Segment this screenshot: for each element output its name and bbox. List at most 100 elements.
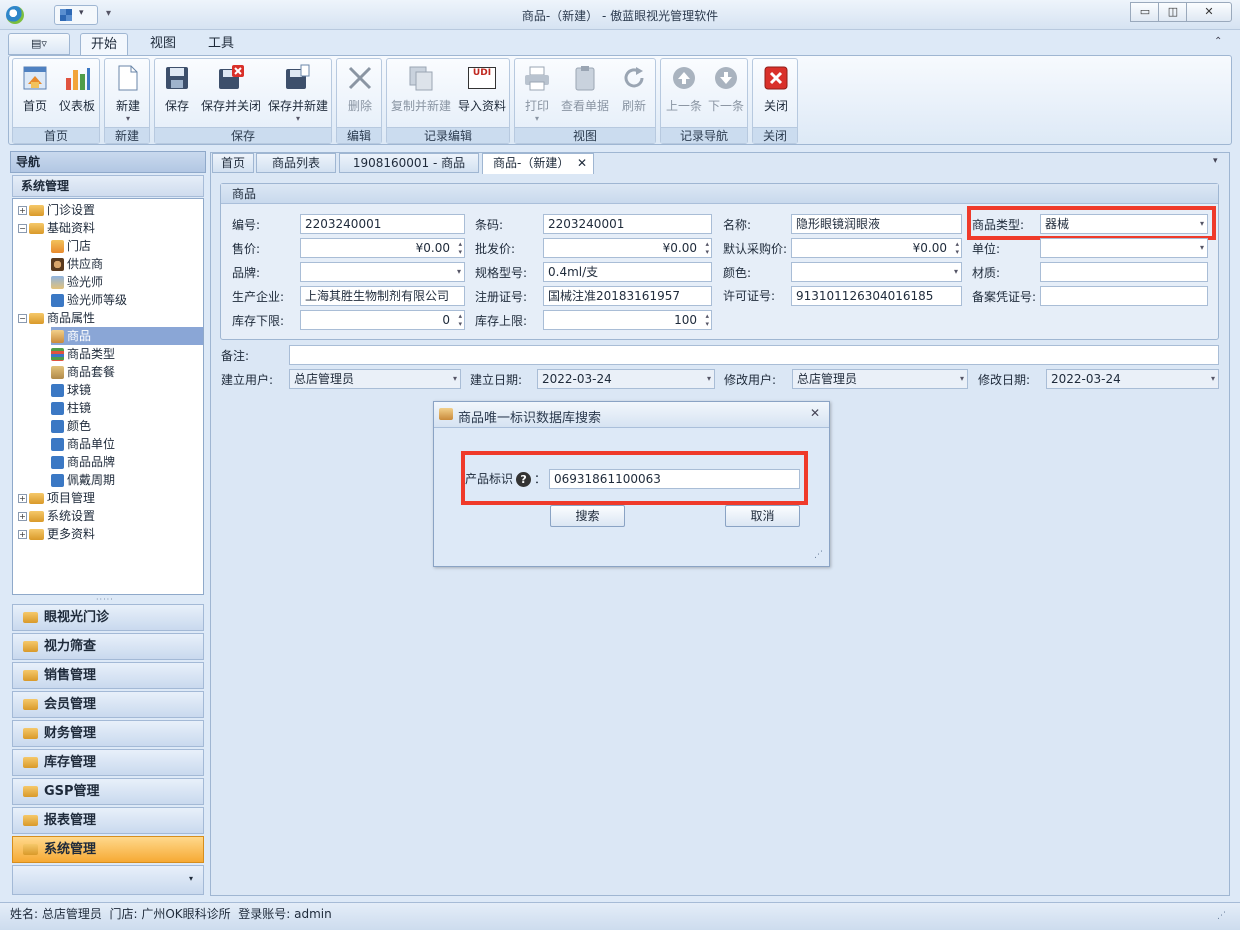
module-finance[interactable]: 财务管理 <box>12 720 204 747</box>
tab-tools[interactable]: 工具 <box>198 33 244 55</box>
spin-icon[interactable]: ▴ ▾ <box>458 312 462 328</box>
nav-tree[interactable]: + 门诊设置 − 基础资料 门店 供应商 验光师 验光师等级 − 商品属性 商品 商品… <box>12 198 204 595</box>
module-optometry-clinic[interactable]: 眼视光门诊 <box>12 604 204 631</box>
note-field[interactable] <box>289 345 1219 365</box>
tree-item-system-settings[interactable]: + 系统设置 <box>18 507 95 525</box>
module-vision-screening[interactable]: 视力筛查 <box>12 633 204 660</box>
unit-select[interactable]: ▾ <box>1040 238 1208 258</box>
name-field[interactable]: 隐形眼镜润眼液 <box>791 214 962 234</box>
collapse-ribbon-icon[interactable]: ⌃ <box>1214 36 1222 47</box>
stock-min-field[interactable]: 0 ▴ ▾ <box>300 310 465 330</box>
expand-icon[interactable]: + <box>18 512 27 521</box>
barcode-field[interactable]: 2203240001 <box>543 214 712 234</box>
previous-record-button[interactable]: 上一条 <box>663 63 705 114</box>
delete-button[interactable]: 删除 <box>341 63 379 114</box>
material-field[interactable] <box>1040 262 1208 282</box>
tree-item-product-brand[interactable]: 商品品牌 <box>51 453 115 471</box>
module-system-management[interactable]: 系统管理 <box>12 836 204 863</box>
tab-list-dropdown-icon[interactable]: ▾ <box>1213 156 1218 166</box>
resize-grip-icon[interactable]: ⋰ <box>1217 905 1226 927</box>
dashboard-button[interactable]: 仪表板 <box>57 63 97 114</box>
spin-icon[interactable]: ▴ ▾ <box>955 240 959 256</box>
doc-tab-home[interactable]: 首页 <box>212 153 254 173</box>
created-date-field[interactable]: 2022-03-24 ▾ <box>537 369 715 389</box>
view-document-button[interactable]: 查看单据 <box>559 63 611 114</box>
expand-icon[interactable]: + <box>18 494 27 503</box>
tree-item-supplier[interactable]: 供应商 <box>51 255 103 273</box>
import-data-button[interactable]: UDI 导入资料 <box>455 63 509 114</box>
splitter-handle[interactable]: ····· <box>96 595 114 604</box>
refresh-button[interactable]: 刷新 <box>615 63 653 114</box>
stock-max-field[interactable]: 100 ▴ ▾ <box>543 310 712 330</box>
tree-item-basic-data[interactable]: − 基础资料 <box>18 219 95 237</box>
tree-item-store[interactable]: 门店 <box>51 237 91 255</box>
spin-icon[interactable]: ▴ ▾ <box>705 312 709 328</box>
collapse-icon[interactable]: − <box>18 224 27 233</box>
close-button[interactable]: 关闭 <box>757 63 795 114</box>
save-close-button[interactable]: 保存并关闭 <box>199 63 263 114</box>
maker-field[interactable]: 上海其胜生物制剂有限公司 <box>300 286 465 306</box>
tree-item-product-attributes[interactable]: − 商品属性 <box>18 309 95 327</box>
save-button[interactable]: 保存 <box>159 63 195 114</box>
color-select[interactable]: ▾ <box>791 262 962 282</box>
registration-field[interactable]: 国械注准20183161957 <box>543 286 712 306</box>
record-field[interactable] <box>1040 286 1208 306</box>
close-tab-icon[interactable]: ✕ <box>577 154 587 172</box>
maximize-button[interactable]: ◫ <box>1158 2 1188 22</box>
creator-select[interactable]: 总店管理员 ▾ <box>289 369 461 389</box>
tree-item-project-management[interactable]: + 项目管理 <box>18 489 95 507</box>
app-menu-button[interactable]: ▤▿ <box>8 33 70 55</box>
wholesale-field[interactable]: ¥0.00 ▴ ▾ <box>543 238 712 258</box>
copy-new-button[interactable]: 复制并新建 <box>389 63 453 114</box>
close-window-button[interactable]: ✕ <box>1186 2 1232 22</box>
chevron-down-icon[interactable]: ▾ <box>960 370 964 388</box>
new-button[interactable]: 新建 ▾ <box>109 63 147 123</box>
license-field[interactable]: 913101126304016185 <box>791 286 962 306</box>
chevron-down-icon[interactable]: ▾ <box>954 263 958 281</box>
chevron-down-icon[interactable]: ▾ <box>707 370 711 388</box>
minimize-button[interactable]: ▭ <box>1130 2 1160 22</box>
chevron-down-icon[interactable]: ▾ <box>457 263 461 281</box>
spin-icon[interactable]: ▴ ▾ <box>458 240 462 256</box>
next-record-button[interactable]: 下一条 <box>705 63 747 114</box>
module-gsp[interactable]: GSP管理 <box>12 778 204 805</box>
module-inventory[interactable]: 库存管理 <box>12 749 204 776</box>
module-reports[interactable]: 报表管理 <box>12 807 204 834</box>
tree-item-optometrist[interactable]: 验光师 <box>51 273 103 291</box>
modifier-select[interactable]: 总店管理员 ▾ <box>792 369 968 389</box>
spec-field[interactable]: 0.4ml/支 <box>543 262 712 282</box>
chevron-down-icon[interactable]: ▾ <box>453 370 457 388</box>
tree-item-more-data[interactable]: + 更多资料 <box>18 525 95 543</box>
tree-item-color[interactable]: 颜色 <box>51 417 91 435</box>
spin-icon[interactable]: ▴ ▾ <box>705 240 709 256</box>
tree-item-sphere[interactable]: 球镜 <box>51 381 91 399</box>
module-members[interactable]: 会员管理 <box>12 691 204 718</box>
modified-date-field[interactable]: 2022-03-24 ▾ <box>1046 369 1219 389</box>
tab-view[interactable]: 视图 <box>140 33 186 55</box>
tree-item-product[interactable]: 商品 <box>51 327 203 345</box>
search-button[interactable]: 搜索 <box>550 505 625 527</box>
save-new-button[interactable]: 保存并新建 ▾ <box>267 63 329 123</box>
tree-item-cylinder[interactable]: 柱镜 <box>51 399 91 417</box>
purchase-field[interactable]: ¥0.00 ▴ ▾ <box>791 238 962 258</box>
expand-icon[interactable]: + <box>18 530 27 539</box>
chevron-down-icon[interactable]: ▾ <box>1211 370 1215 388</box>
tree-item-product-package[interactable]: 商品套餐 <box>51 363 115 381</box>
tree-item-clinic-settings[interactable]: + 门诊设置 <box>18 201 95 219</box>
tree-item-optometrist-level[interactable]: 验光师等级 <box>51 291 127 309</box>
tree-item-product-type[interactable]: 商品类型 <box>51 345 115 363</box>
price-field[interactable]: ¥0.00 ▴ ▾ <box>300 238 465 258</box>
cancel-button[interactable]: 取消 <box>725 505 800 527</box>
collapse-icon[interactable]: − <box>18 314 27 323</box>
dialog-close-icon[interactable]: ✕ <box>810 406 820 420</box>
code-field[interactable]: 2203240001 <box>300 214 465 234</box>
chevron-down-icon[interactable]: ▾ <box>1200 239 1204 257</box>
print-button[interactable]: 打印 ▾ <box>517 63 557 123</box>
tab-start[interactable]: 开始 <box>80 33 128 55</box>
brand-select[interactable]: ▾ <box>300 262 465 282</box>
tree-item-wear-cycle[interactable]: 佩戴周期 <box>51 471 115 489</box>
home-button[interactable]: 首页 <box>17 63 53 114</box>
doc-tab-product-1908160001[interactable]: 1908160001 - 商品 <box>339 153 479 173</box>
resize-grip-icon[interactable]: ⋰ <box>814 550 823 560</box>
module-overflow-bar[interactable]: ▾ <box>12 865 204 895</box>
